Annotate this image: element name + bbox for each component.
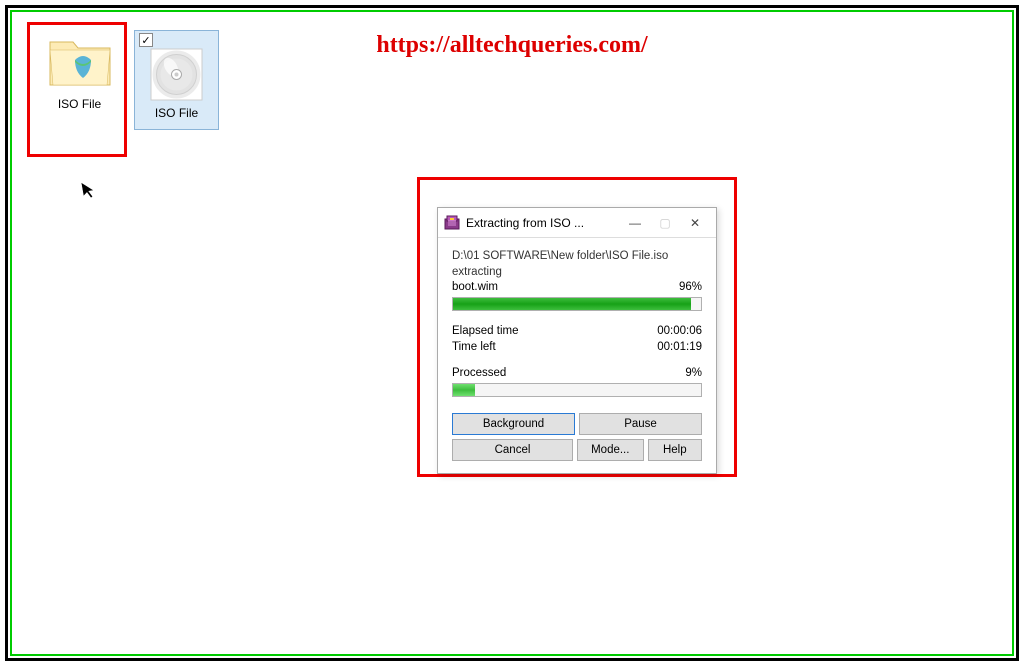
- extract-dialog: Extracting from ISO ... — ▢ ✕ D:\01 SOFT…: [437, 207, 717, 474]
- file-progress-bar: [452, 297, 702, 311]
- maximize-button: ▢: [650, 212, 680, 234]
- minimize-button[interactable]: —: [620, 212, 650, 234]
- processed-percent: 9%: [685, 367, 702, 379]
- current-file: boot.wim: [452, 281, 498, 293]
- total-progress-bar: [452, 383, 702, 397]
- close-button[interactable]: ✕: [680, 212, 710, 234]
- extract-path: D:\01 SOFTWARE\New folder\ISO File.iso: [452, 248, 702, 264]
- extract-status: extracting: [452, 264, 702, 280]
- file-percent: 96%: [679, 281, 702, 293]
- winrar-icon: [444, 215, 460, 231]
- iso-label: ISO File: [155, 106, 198, 120]
- help-button[interactable]: Help: [648, 439, 702, 461]
- dialog-titlebar[interactable]: Extracting from ISO ... — ▢ ✕: [438, 208, 716, 238]
- disc-icon: [149, 47, 204, 102]
- pause-button[interactable]: Pause: [579, 413, 702, 435]
- processed-label: Processed: [452, 367, 506, 379]
- desktop-area: https://alltechqueries.com/ ISO File ✓: [10, 10, 1014, 656]
- mouse-cursor-icon: [80, 179, 100, 206]
- dialog-title: Extracting from ISO ...: [466, 216, 620, 230]
- watermark-url: https://alltechqueries.com/: [376, 32, 647, 59]
- selection-checkbox[interactable]: ✓: [139, 33, 153, 47]
- elapsed-label: Elapsed time: [452, 323, 518, 339]
- elapsed-value: 00:00:06: [657, 323, 702, 339]
- desktop-icon-iso[interactable]: ✓ ISO File: [134, 30, 219, 130]
- mode-button[interactable]: Mode...: [577, 439, 644, 461]
- cancel-button[interactable]: Cancel: [452, 439, 573, 461]
- folder-icon: [45, 30, 115, 90]
- folder-label: ISO File: [37, 97, 122, 111]
- timeleft-label: Time left: [452, 339, 496, 355]
- timeleft-value: 00:01:19: [657, 339, 702, 355]
- desktop-icon-folder[interactable]: ISO File: [37, 30, 122, 111]
- background-button[interactable]: Background: [452, 413, 575, 435]
